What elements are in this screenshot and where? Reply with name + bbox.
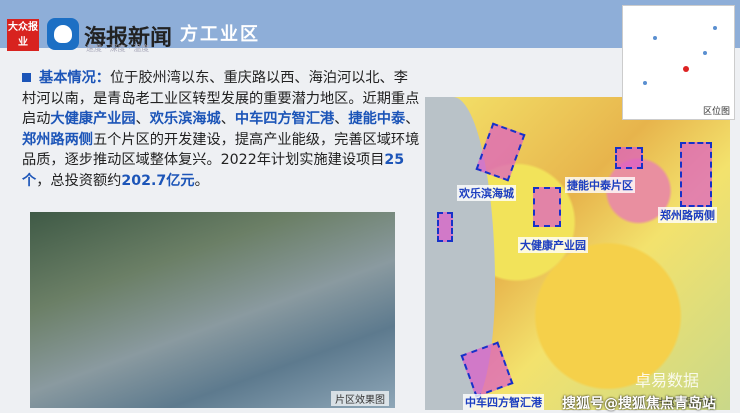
highlight: 欢乐滨海城 (149, 111, 221, 127)
brand-slogan: 速度 · 深度 · 温度 (86, 44, 150, 53)
intro-text: 基本情况：位于胶州湾以东、重庆路以西、海泊河以北、李村河以南，是青岛老工业区转型… (22, 68, 422, 191)
zone-label: 中车四方智汇港 (463, 394, 544, 410)
city-dot (653, 36, 657, 40)
location-marker (683, 66, 689, 72)
wechat-watermark: 卓易数据 (635, 371, 700, 390)
text: 。 (194, 172, 209, 189)
highlight: 202.7亿元 (121, 172, 195, 189)
slide-title: 方工业区 (180, 24, 260, 45)
city-dot (643, 81, 647, 85)
highlight: 捷能中泰 (348, 111, 406, 127)
zone-label: 欢乐滨海城 (457, 185, 516, 201)
zone-label: 郑州路两侧 (658, 207, 717, 223)
sep: 、 (405, 111, 420, 127)
highlight: 中车四方智汇港 (234, 111, 335, 127)
sep: 、 (135, 111, 150, 127)
sep: 、 (220, 111, 235, 127)
zone-label: 捷能中泰片区 (565, 177, 635, 193)
dazhong-logo: 大众报业 (7, 19, 39, 51)
highlight: 大健康产业园 (50, 111, 136, 127)
zoning-map: 欢乐滨海城 捷能中泰片区 大健康产业园 郑州路两侧 中车四方智汇港 片区范围示意 (425, 97, 730, 410)
zone-shape (437, 212, 453, 242)
city-dot (713, 26, 717, 30)
text: ，总投资额约 (36, 172, 122, 189)
zone-shape (680, 142, 712, 207)
zone-shape (533, 187, 561, 227)
location-inset-map: 区位图 (622, 5, 735, 120)
sep: 、 (334, 111, 349, 127)
zone-label: 大健康产业园 (518, 237, 588, 253)
bullet-icon (22, 73, 31, 82)
photo-caption: 片区效果图 (331, 391, 389, 406)
intro-label: 基本情况： (39, 70, 110, 86)
zone-shape (615, 147, 643, 169)
logo-text: 大众报业 (8, 22, 38, 48)
aerial-rendering-image: 片区效果图 (30, 212, 395, 408)
inset-caption: 区位图 (702, 107, 730, 117)
seal-logo-icon (47, 18, 79, 50)
sohu-watermark: 搜狐号@搜狐焦点青岛站 (562, 396, 716, 412)
highlight: 郑州路两侧 (22, 131, 93, 148)
city-dot (703, 51, 707, 55)
